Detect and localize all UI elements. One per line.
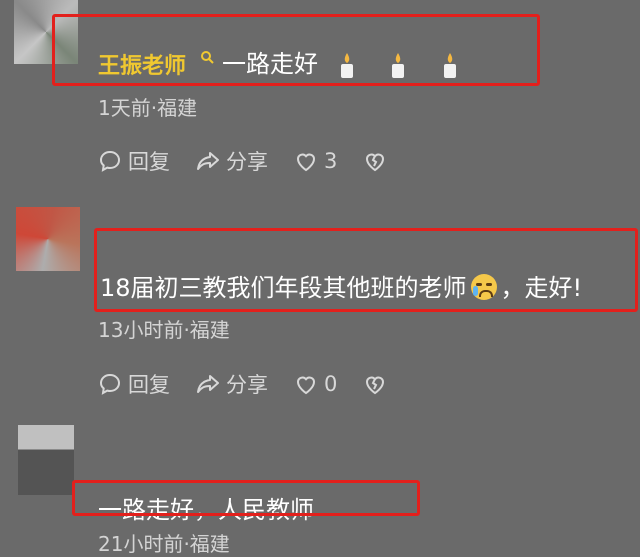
- reply-icon: [99, 150, 121, 172]
- dislike-button[interactable]: [363, 149, 393, 173]
- comment-actions: 回复 分享 3: [98, 146, 419, 176]
- dislike-button[interactable]: [363, 372, 393, 396]
- share-label: 分享: [226, 150, 268, 174]
- heart-icon: [296, 376, 316, 395]
- share-icon: [197, 375, 219, 393]
- share-button[interactable]: 分享: [196, 369, 268, 399]
- share-label: 分享: [226, 373, 268, 397]
- heart-icon: [296, 153, 316, 172]
- like-button[interactable]: 3: [294, 149, 337, 173]
- avatar[interactable]: [18, 425, 74, 495]
- comment-meta: 1天前·福建: [98, 96, 198, 120]
- like-button[interactable]: 0: [294, 372, 337, 396]
- highlight-box: [72, 480, 420, 516]
- comment-actions: 回复 分享 0: [98, 369, 419, 399]
- reply-label: 回复: [128, 150, 170, 174]
- like-count: 0: [324, 372, 338, 396]
- highlight-box: [94, 228, 638, 312]
- share-button[interactable]: 分享: [196, 146, 268, 176]
- highlight-box: [52, 14, 540, 86]
- comment-meta: 13小时前·福建: [98, 318, 230, 342]
- reply-icon: [99, 373, 121, 395]
- like-count: 3: [324, 149, 338, 173]
- avatar[interactable]: [16, 207, 80, 271]
- comment-meta: 21小时前·福建: [98, 532, 230, 556]
- share-icon: [197, 152, 219, 170]
- reply-label: 回复: [128, 373, 170, 397]
- reply-button[interactable]: 回复: [98, 146, 170, 176]
- reply-button[interactable]: 回复: [98, 369, 170, 399]
- broken-heart-icon: [366, 153, 385, 172]
- broken-heart-icon: [366, 376, 385, 395]
